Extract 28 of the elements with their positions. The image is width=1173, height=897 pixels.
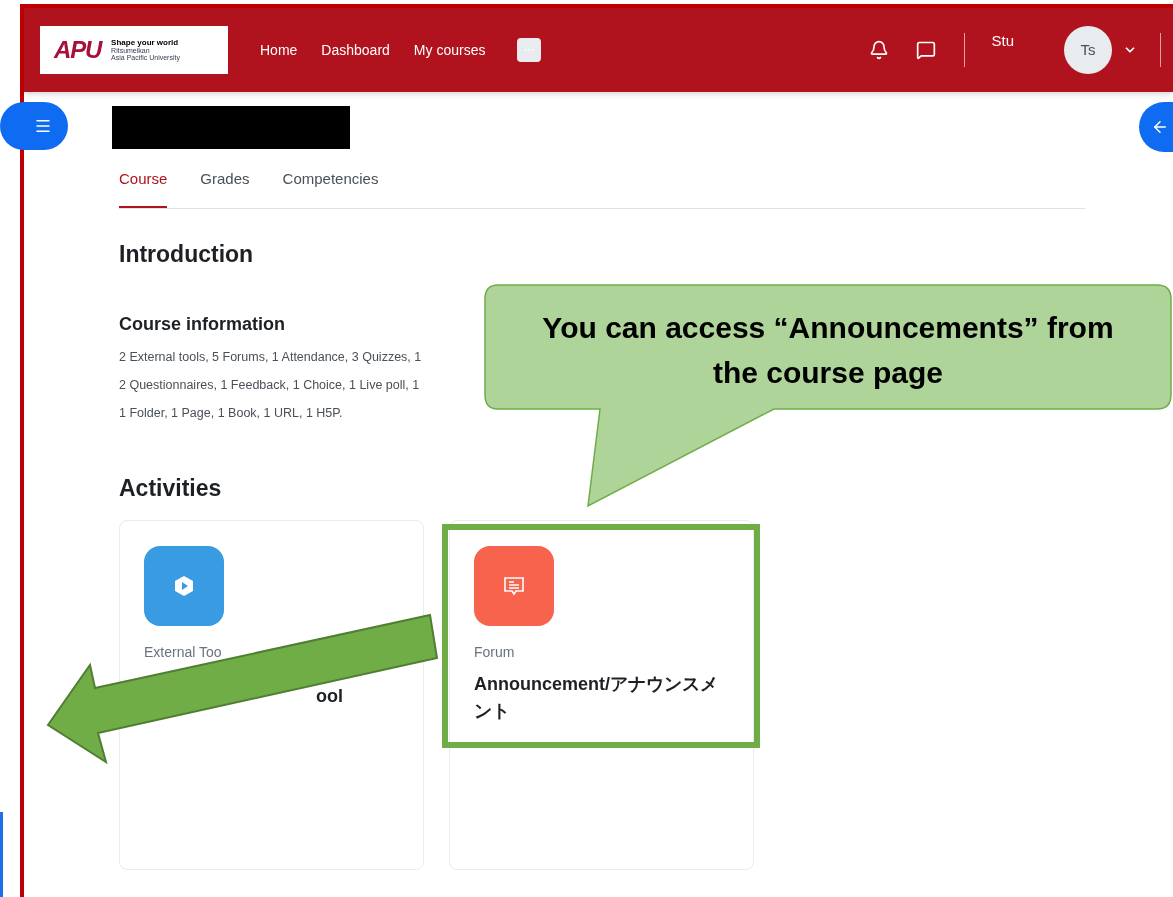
messages-icon[interactable]: [916, 40, 937, 60]
course-info-text: 1 Folder, 1 Page, 1 Book, 1 URL, 1 H5P.: [119, 405, 343, 422]
menu-icon: [34, 117, 52, 135]
course-info-text: 2 Questionnaires, 1 Feedback, 1 Choice, 1 Live poll, 1: [119, 377, 420, 394]
nav-link[interactable]: Home: [260, 39, 298, 61]
tab[interactable]: Grades: [200, 168, 250, 208]
subsection-title: Course information: [119, 313, 285, 336]
callout-text: You can access “Announcements” from the course page: [541, 310, 1115, 391]
activity-title: ool: [316, 684, 343, 708]
logo-wordmark: APU: [54, 38, 102, 62]
user-name: Stu: [991, 31, 1014, 51]
logo-tagline: Shape your world: [111, 39, 180, 47]
more-button[interactable]: [517, 38, 542, 62]
notification-bell-icon[interactable]: [869, 40, 890, 60]
external-tool-icon: [144, 545, 224, 626]
nav-link[interactable]: Dashboard: [321, 39, 390, 61]
drawer-menu-button[interactable]: [0, 102, 68, 150]
activity-title: Announcement/アナウンスメント: [474, 672, 719, 723]
activity-type: Forum: [474, 642, 515, 662]
user-avatar[interactable]: Ts: [1064, 26, 1112, 74]
tab[interactable]: Course: [119, 168, 168, 208]
section-title: Introduction: [119, 239, 254, 269]
course-info-text: 2 External tools, 5 Forums, 1 Attendance, 3 Quizzes, 1: [119, 349, 422, 366]
forum-icon: [474, 545, 554, 626]
section-title: Activities: [119, 474, 222, 503]
activity-type: External Too: [144, 642, 222, 662]
nav-link[interactable]: My courses: [413, 39, 486, 61]
tab[interactable]: Competencies: [282, 168, 379, 208]
